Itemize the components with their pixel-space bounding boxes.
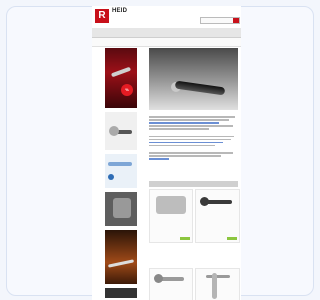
site-header: R HEID — [92, 6, 241, 28]
search-input[interactable] — [200, 17, 240, 24]
product-card[interactable] — [195, 268, 240, 300]
product-image — [156, 196, 186, 214]
door-handle-image — [110, 66, 132, 78]
products-section-header — [149, 181, 238, 187]
product-card[interactable] — [149, 189, 193, 243]
text-line — [149, 144, 215, 146]
web-page: R HEID % — [92, 6, 241, 300]
promo-products[interactable] — [105, 192, 137, 226]
text-link[interactable] — [149, 141, 223, 143]
text-line — [149, 128, 209, 130]
door-handle-image — [108, 162, 132, 166]
text-line — [149, 152, 233, 154]
logo-text[interactable]: HEID — [112, 8, 127, 14]
door-handle-image — [107, 259, 135, 268]
promo-sale-banner[interactable]: % — [105, 48, 137, 108]
door-handle-image — [174, 80, 226, 96]
hero-banner[interactable] — [149, 48, 238, 110]
add-to-cart-button[interactable] — [180, 237, 190, 240]
text-line — [149, 138, 231, 140]
text-line — [149, 116, 235, 118]
text-line — [149, 119, 229, 121]
add-to-cart-button[interactable] — [227, 237, 237, 240]
promo-footer[interactable] — [105, 288, 137, 298]
product-image — [113, 198, 131, 218]
intro-article — [149, 114, 238, 161]
text-line — [149, 155, 221, 157]
info-icon — [108, 174, 114, 180]
door-handle-image — [206, 275, 230, 278]
text-link[interactable] — [149, 122, 219, 124]
logo-icon[interactable]: R — [95, 9, 109, 23]
backplate-image — [212, 273, 217, 299]
sale-badge: % — [121, 84, 133, 96]
promo-lifestyle[interactable] — [105, 230, 137, 284]
product-card[interactable] — [149, 268, 193, 300]
rose-image — [109, 126, 119, 136]
promo-blue[interactable] — [105, 154, 137, 188]
product-card[interactable] — [195, 189, 240, 243]
sidebar-promos: % — [105, 48, 137, 300]
text-line — [149, 125, 233, 127]
search-button[interactable] — [233, 18, 239, 23]
sub-nav — [92, 38, 241, 47]
rose-image — [154, 274, 163, 283]
rose-image — [200, 197, 209, 206]
promo-handle[interactable] — [105, 112, 137, 150]
text-line — [149, 135, 234, 137]
text-link[interactable] — [149, 158, 169, 160]
main-nav — [92, 28, 241, 38]
